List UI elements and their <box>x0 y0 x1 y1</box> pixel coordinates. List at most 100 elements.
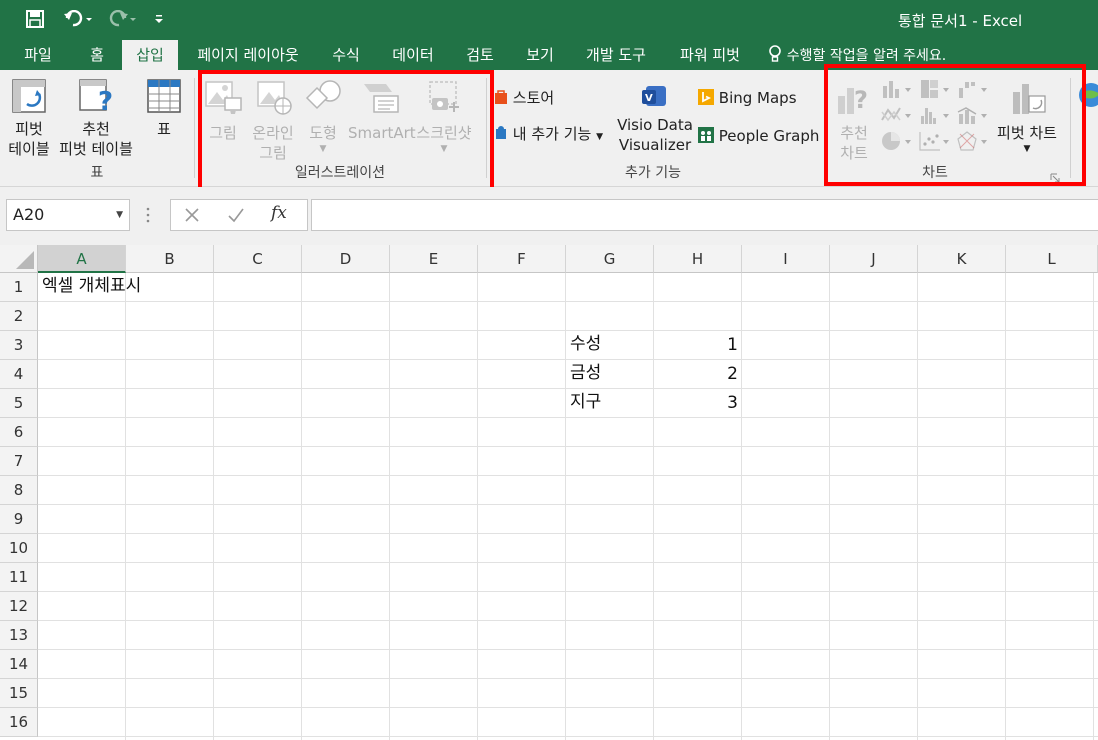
tab-home[interactable]: 홈 <box>80 40 114 70</box>
insert-function-button[interactable]: fx <box>271 203 299 227</box>
formula-bar: A20 ▼ fx <box>0 187 1098 245</box>
people-graph-button[interactable]: People Graph <box>698 126 819 146</box>
row-header-5[interactable]: 5 <box>0 389 38 418</box>
table-button[interactable]: 표 <box>142 78 186 139</box>
column-header-j[interactable]: J <box>830 245 918 273</box>
column-header-k[interactable]: K <box>918 245 1006 273</box>
dropdown-icon <box>155 15 163 23</box>
gridline <box>38 736 1098 737</box>
gridline <box>38 504 1098 505</box>
tab-view[interactable]: 보기 <box>520 40 560 70</box>
group-separator <box>194 78 195 178</box>
cell-h3[interactable]: 1 <box>656 331 738 360</box>
cell-a1[interactable]: 엑셀 개체표시 <box>42 272 141 301</box>
enter-button[interactable] <box>227 206 247 226</box>
name-box-dropdown-icon[interactable]: ▼ <box>116 200 123 230</box>
tab-developer[interactable]: 개발 도구 <box>578 40 654 70</box>
row-header-10[interactable]: 10 <box>0 534 38 563</box>
gridline <box>829 273 830 740</box>
pivot-table-label-2: 테이블 <box>8 140 50 158</box>
gridline <box>38 707 1098 708</box>
column-header-d[interactable]: D <box>302 245 390 273</box>
column-header-h[interactable]: H <box>654 245 742 273</box>
tab-power-pivot[interactable]: 파워 피벗 <box>672 40 748 70</box>
pivot-table-icon <box>12 79 46 113</box>
lightbulb-icon <box>769 45 781 62</box>
tab-insert[interactable]: 삽입 <box>122 40 178 70</box>
undo-button[interactable] <box>60 6 96 32</box>
redo-button[interactable] <box>104 6 140 32</box>
close-icon <box>185 208 199 222</box>
recommended-pivot-table-button[interactable]: ? 추천 피벗 테이블 <box>56 78 136 159</box>
tab-formulas[interactable]: 수식 <box>326 40 366 70</box>
customize-qat-button[interactable] <box>150 6 168 32</box>
column-header-l[interactable]: L <box>1006 245 1098 273</box>
recommended-pivot-icon: ? <box>79 79 113 117</box>
tab-page-layout[interactable]: 페이지 레이아웃 <box>190 40 306 70</box>
undo-icon <box>64 10 92 27</box>
people-graph-icon <box>698 127 714 143</box>
gridline <box>1093 273 1094 740</box>
row-header-7[interactable]: 7 <box>0 447 38 476</box>
gridline <box>301 273 302 740</box>
row-header-6[interactable]: 6 <box>0 418 38 447</box>
my-addins-button[interactable]: 내 추가 기능 ▼ <box>494 124 603 147</box>
row-header-4[interactable]: 4 <box>0 360 38 389</box>
row-header-1[interactable]: 1 <box>0 273 38 302</box>
gridline <box>38 388 1098 389</box>
cell-g4[interactable]: 금성 <box>570 359 601 388</box>
svg-text:V: V <box>645 93 653 104</box>
column-header-i[interactable]: I <box>742 245 830 273</box>
row-header-16[interactable]: 16 <box>0 708 38 737</box>
column-header-b[interactable]: B <box>126 245 214 273</box>
column-header-f[interactable]: F <box>478 245 566 273</box>
formula-bar-grip[interactable] <box>146 205 150 225</box>
people-graph-label: People Graph <box>718 127 820 145</box>
gridline <box>38 330 1098 331</box>
cell-g5[interactable]: 지구 <box>570 388 601 417</box>
gridline <box>477 273 478 740</box>
row-header-14[interactable]: 14 <box>0 650 38 679</box>
bing-maps-label: Bing Maps <box>718 89 797 107</box>
name-box[interactable]: A20 ▼ <box>6 199 130 231</box>
save-button[interactable] <box>22 6 48 32</box>
check-icon <box>228 208 244 223</box>
column-header-e[interactable]: E <box>390 245 478 273</box>
tell-me-text: 수행할 작업을 알려 주세요. <box>786 48 947 64</box>
row-header-2[interactable]: 2 <box>0 302 38 331</box>
addins-icon <box>496 126 506 139</box>
tab-review[interactable]: 검토 <box>460 40 500 70</box>
tab-data[interactable]: 데이터 <box>388 40 438 70</box>
column-header-a[interactable]: A <box>38 245 126 273</box>
save-icon <box>26 10 44 28</box>
row-header-9[interactable]: 9 <box>0 505 38 534</box>
table-icon <box>147 79 181 113</box>
my-addins-dropdown-icon: ▼ <box>596 132 604 142</box>
select-all-button[interactable] <box>0 245 38 273</box>
tab-file[interactable]: 파일 <box>18 40 58 70</box>
visio-data-visualizer-button[interactable]: V Visio Data Visualizer <box>616 82 694 155</box>
title-bar: 통합 문서1 - Excel <box>0 0 1098 40</box>
column-header-c[interactable]: C <box>214 245 302 273</box>
row-header-13[interactable]: 13 <box>0 621 38 650</box>
row-header-15[interactable]: 15 <box>0 679 38 708</box>
gridline <box>653 273 654 740</box>
cell-h5[interactable]: 3 <box>656 389 738 418</box>
gridline <box>389 273 390 740</box>
row-header-8[interactable]: 8 <box>0 476 38 505</box>
gridline <box>917 273 918 740</box>
row-header-11[interactable]: 11 <box>0 563 38 592</box>
column-header-g[interactable]: G <box>566 245 654 273</box>
row-header-12[interactable]: 12 <box>0 592 38 621</box>
cell-g3[interactable]: 수성 <box>570 330 601 359</box>
store-button[interactable]: 스토어 <box>494 88 554 108</box>
formula-input[interactable] <box>311 199 1098 231</box>
worksheet-grid[interactable]: A B C D E F G H I J K L 1 2 3 4 5 6 7 8 … <box>0 245 1098 740</box>
pivot-table-button[interactable]: 피벗 테이블 <box>6 78 52 159</box>
row-header-3[interactable]: 3 <box>0 331 38 360</box>
bing-maps-button[interactable]: Bing Maps <box>698 88 797 108</box>
cancel-button[interactable] <box>183 206 203 226</box>
cell-h4[interactable]: 2 <box>656 360 738 389</box>
svg-text:?: ? <box>98 87 113 114</box>
bing-icon <box>698 89 714 105</box>
